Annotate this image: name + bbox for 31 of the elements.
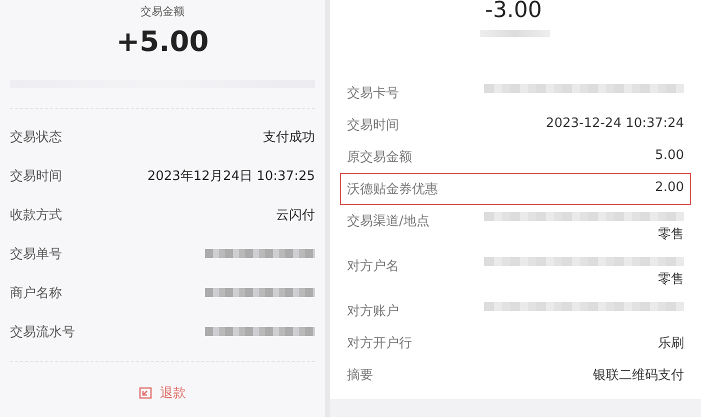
amount: -3.00: [485, 0, 542, 22]
field-label: 交易时间: [347, 117, 399, 134]
field-label: 对方账户: [347, 303, 399, 320]
field-label: 交易流水号: [10, 324, 75, 340]
field-label: 交易卡号: [347, 85, 399, 102]
field-value: 银联二维码支付: [593, 367, 684, 384]
field-label: 摘要: [347, 367, 373, 384]
field-value: 云闪付: [276, 206, 315, 224]
field-label: 对方户名: [347, 258, 399, 275]
field-label: 原交易金额: [347, 149, 412, 166]
field-label: 交易状态: [10, 128, 62, 146]
field-value: 5.00: [655, 148, 684, 163]
field-label: 交易单号: [10, 246, 62, 262]
field-value: 零售: [658, 271, 684, 288]
field-label: 收款方式: [10, 206, 62, 224]
field-value: 2.00: [655, 180, 684, 195]
field-label: 对方开户行: [347, 335, 412, 352]
field-label: 商户名称: [10, 284, 62, 302]
refund-icon: [139, 387, 152, 399]
redaction-blur: [480, 30, 550, 37]
field-label: 交易渠道/地点: [347, 213, 430, 230]
refund-button[interactable]: 退款: [139, 384, 186, 402]
field-label: 沃德贴金券优惠: [347, 181, 438, 198]
amount: +5.00: [116, 25, 209, 58]
amount-label: 交易金额: [140, 4, 184, 19]
field-value: 支付成功: [263, 128, 315, 146]
field-value: 2023-12-24 10:37:24: [546, 116, 684, 131]
field-value: 零售: [658, 226, 684, 243]
field-value: 乐刷: [658, 335, 684, 352]
field-label: 交易时间: [10, 168, 62, 184]
field-value: 2023年12月24日 10:37:25: [147, 168, 315, 184]
